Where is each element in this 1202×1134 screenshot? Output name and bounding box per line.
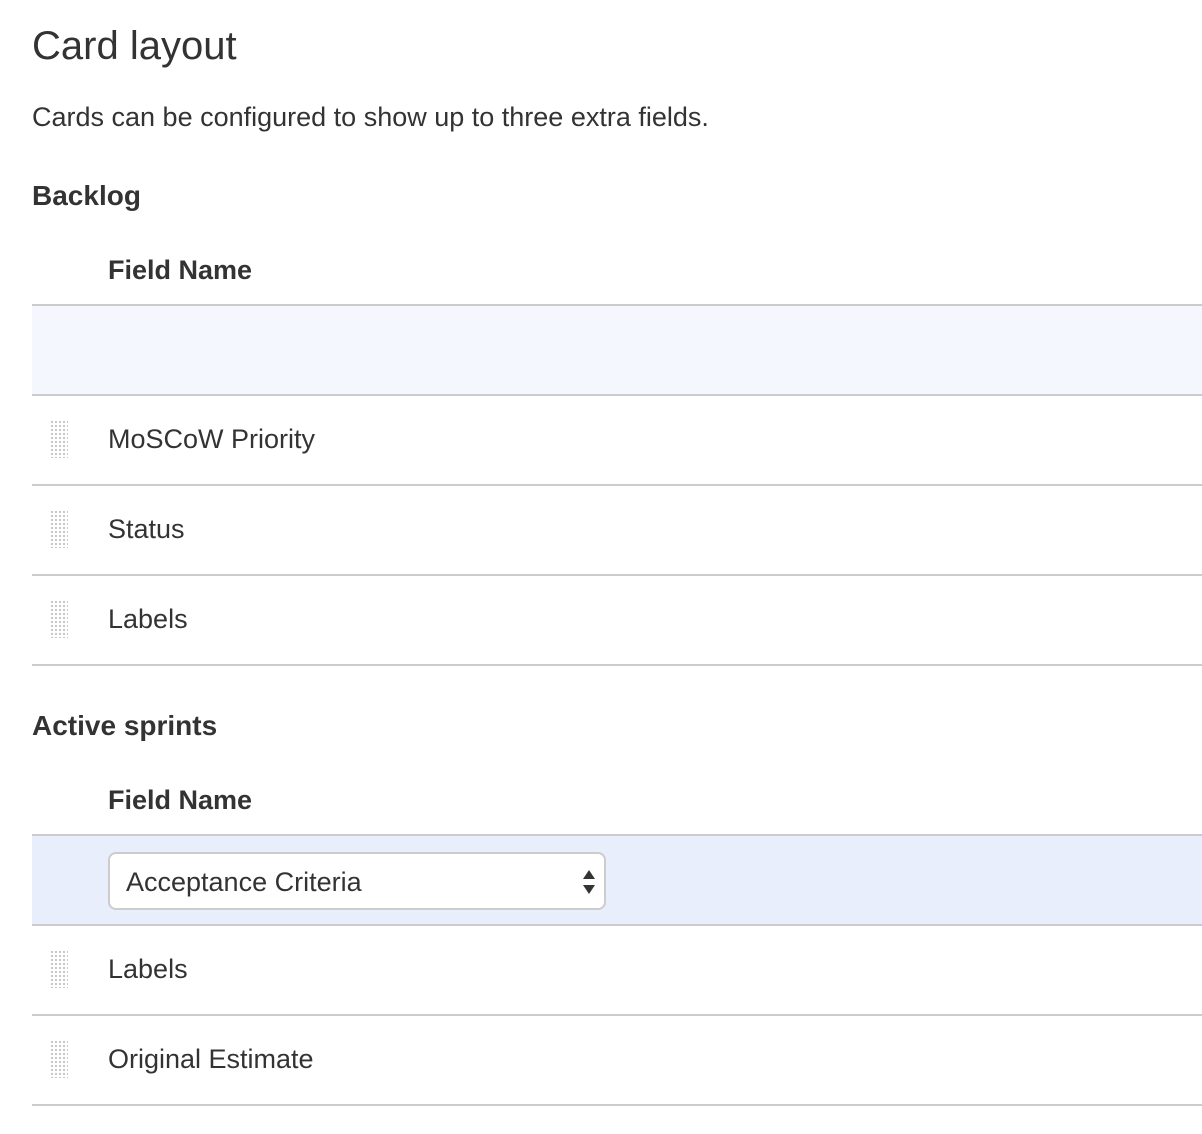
field-row: Original Estimate (32, 1016, 1202, 1106)
field-name-column-header: Field Name (108, 785, 253, 815)
active-sprints-heading: Active sprints (32, 710, 218, 741)
field-row: Labels (32, 576, 1202, 666)
backlog-heading: Backlog (32, 180, 141, 211)
page-description: Cards can be configured to show up to th… (32, 102, 709, 132)
select-arrows-icon (583, 870, 595, 894)
backlog-add-field-row[interactable] (32, 306, 1202, 396)
field-row: MoSCoW Priority (32, 396, 1202, 486)
select-value: Acceptance Criteria (126, 867, 362, 897)
backlog-fields-table: Field Name MoSCoW Priority Status Labels (32, 233, 1202, 666)
field-name: MoSCoW Priority (108, 424, 316, 454)
drag-handle-icon[interactable] (50, 510, 68, 548)
field-name-column-header: Field Name (108, 255, 253, 285)
field-row: Labels (32, 926, 1202, 1016)
field-name: Labels (108, 604, 188, 634)
field-name: Labels (108, 954, 188, 984)
field-name: Status (108, 514, 185, 544)
drag-handle-icon[interactable] (50, 950, 68, 988)
drag-handle-icon[interactable] (50, 600, 68, 638)
active-sprints-add-field-row: Acceptance Criteria (32, 836, 1202, 926)
drag-handle-icon[interactable] (50, 1040, 68, 1078)
table-header: Field Name (32, 763, 1202, 836)
field-select-dropdown[interactable]: Acceptance Criteria (108, 852, 606, 910)
page-title: Card layout (32, 24, 237, 68)
drag-handle-icon[interactable] (50, 420, 68, 458)
table-header: Field Name (32, 233, 1202, 306)
field-row: Status (32, 486, 1202, 576)
field-name: Original Estimate (108, 1044, 314, 1074)
active-sprints-fields-table: Field Name Acceptance Criteria Labels Or… (32, 763, 1202, 1106)
